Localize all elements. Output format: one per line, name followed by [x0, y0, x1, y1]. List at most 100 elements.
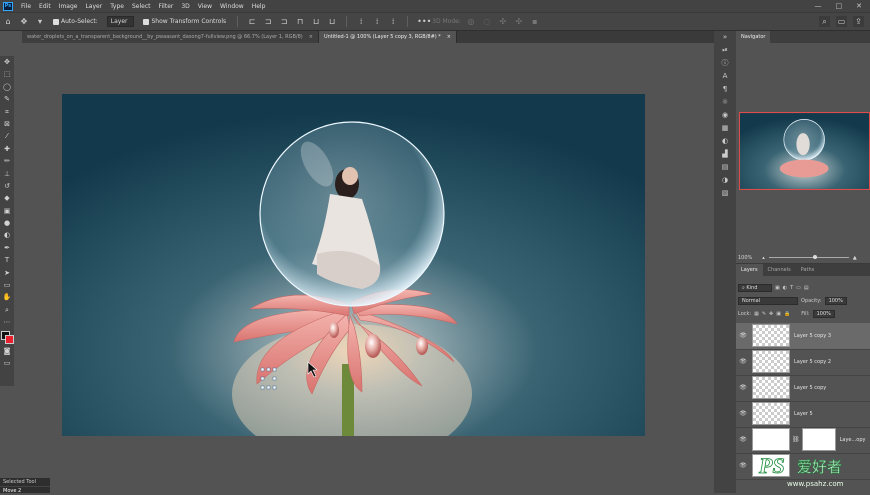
- tab-paths[interactable]: Paths: [796, 264, 820, 276]
- zoom-slider[interactable]: [768, 255, 849, 259]
- align-right-icon[interactable]: ⊐: [279, 17, 289, 27]
- menu-window[interactable]: Window: [216, 3, 248, 10]
- mask-link-icon[interactable]: ⛓: [792, 436, 800, 443]
- lasso-tool-icon[interactable]: ◯: [1, 81, 13, 93]
- tab-channels[interactable]: Channels: [763, 264, 796, 276]
- hand-tool-icon[interactable]: ✋: [1, 291, 13, 303]
- visibility-eye-icon[interactable]: 👁: [736, 384, 750, 391]
- quick-mask-icon[interactable]: ◙: [1, 345, 13, 357]
- lock-transparency-icon[interactable]: ▦: [754, 311, 759, 317]
- align-top-icon[interactable]: ⊓: [295, 17, 305, 27]
- 3d-pan-icon[interactable]: ✣: [498, 17, 508, 27]
- menu-help[interactable]: Help: [248, 3, 270, 10]
- tab-untitled-1[interactable]: Untitled-1 @ 100% (Layer 5 copy 3, RGB/8…: [318, 31, 457, 43]
- show-transform-checkbox[interactable]: Show Transform Controls: [143, 18, 226, 25]
- zoom-slider-handle[interactable]: [812, 255, 817, 259]
- zoom-in-icon[interactable]: ▲: [853, 255, 857, 261]
- color-swatches[interactable]: [0, 329, 14, 345]
- more-options-icon[interactable]: •••: [417, 17, 431, 27]
- visibility-eye-icon[interactable]: 👁: [736, 410, 750, 417]
- 3d-scale-icon[interactable]: ▪: [530, 17, 540, 27]
- filter-shape-icon[interactable]: ▭: [796, 285, 801, 291]
- paragraph-icon[interactable]: ¶: [714, 83, 736, 96]
- move-tool-icon[interactable]: ✥: [19, 17, 29, 27]
- navigator-zoom-value[interactable]: 100%: [738, 255, 752, 261]
- menu-edit[interactable]: Edit: [35, 3, 55, 10]
- frame-tool-icon[interactable]: ⊠: [1, 118, 13, 130]
- tab-layers[interactable]: Layers: [736, 264, 763, 276]
- filter-adjust-icon[interactable]: ◐: [783, 285, 787, 291]
- history-icon[interactable]: ⏯: [714, 44, 736, 57]
- distribute-h-icon[interactable]: ⁞: [388, 17, 398, 27]
- workspace-icon[interactable]: ▭: [836, 16, 847, 27]
- share-icon[interactable]: ⇪: [853, 16, 864, 27]
- 3d-slide-icon[interactable]: ✣: [514, 17, 524, 27]
- close-tab-icon[interactable]: ×: [447, 31, 451, 43]
- minimize-button[interactable]: —: [815, 2, 822, 10]
- eyedropper-tool-icon[interactable]: ⁄: [1, 130, 13, 142]
- type-tool-icon[interactable]: T: [1, 254, 13, 266]
- layer-row[interactable]: 👁 Layer 5 copy 3: [736, 323, 870, 350]
- distribute-icon[interactable]: ⁞: [356, 17, 366, 27]
- marquee-tool-icon[interactable]: ⬚: [1, 68, 13, 80]
- distribute-v-icon[interactable]: ⁞: [372, 17, 382, 27]
- gradients-icon[interactable]: ◐: [714, 135, 736, 148]
- layer-mask-thumbnail[interactable]: [801, 428, 836, 452]
- close-button[interactable]: ✕: [856, 2, 862, 10]
- eraser-tool-icon[interactable]: ◆: [1, 192, 13, 204]
- filter-type-icon[interactable]: T: [790, 285, 793, 291]
- zoom-out-icon[interactable]: ▴: [762, 255, 765, 261]
- quick-select-tool-icon[interactable]: ✎: [1, 93, 13, 105]
- more-tools-icon[interactable]: ⋯: [1, 316, 13, 328]
- align-bottom-icon[interactable]: ⊔: [327, 17, 337, 27]
- menu-select[interactable]: Select: [128, 3, 155, 10]
- dodge-tool-icon[interactable]: ◐: [1, 229, 13, 241]
- align-center-icon[interactable]: ⊐: [263, 17, 273, 27]
- layer-row[interactable]: 👁 Layer 5: [736, 401, 870, 428]
- properties-icon[interactable]: ▤: [714, 161, 736, 174]
- opacity-input[interactable]: 100%: [824, 297, 847, 305]
- background-color-swatch[interactable]: [5, 334, 14, 344]
- align-middle-icon[interactable]: ⊔: [311, 17, 321, 27]
- fill-input[interactable]: 100%: [812, 310, 835, 318]
- zoom-tool-icon[interactable]: ⌕: [1, 304, 13, 316]
- shape-tool-icon[interactable]: ▭: [1, 279, 13, 291]
- adjustments-icon[interactable]: ◑: [714, 174, 736, 187]
- search-icon[interactable]: ⌕: [819, 16, 830, 27]
- visibility-eye-icon[interactable]: 👁: [736, 436, 750, 443]
- lock-position-icon[interactable]: ✥: [769, 311, 773, 317]
- 3d-orbit-icon[interactable]: ◎: [466, 17, 476, 27]
- lock-pixels-icon[interactable]: ✎: [762, 311, 766, 317]
- close-tab-icon[interactable]: ×: [309, 31, 313, 43]
- tab-water-droplets[interactable]: water_droplets_on_a_transparent_backgrou…: [22, 31, 319, 43]
- menu-image[interactable]: Image: [55, 3, 82, 10]
- gradient-tool-icon[interactable]: ▣: [1, 205, 13, 217]
- color-icon[interactable]: ◉: [714, 109, 736, 122]
- visibility-eye-icon[interactable]: 👁: [736, 332, 750, 339]
- visibility-eye-icon[interactable]: 👁: [736, 462, 750, 469]
- document-canvas[interactable]: [62, 94, 645, 436]
- move-tool-icon[interactable]: ✥: [1, 56, 13, 68]
- swatches-icon[interactable]: ▦: [714, 122, 736, 135]
- character-icon[interactable]: A: [714, 70, 736, 83]
- auto-select-dropdown[interactable]: Layer: [106, 16, 135, 27]
- path-select-tool-icon[interactable]: ➤: [1, 267, 13, 279]
- menu-filter[interactable]: Filter: [155, 3, 178, 10]
- crop-tool-icon[interactable]: ⌗: [1, 106, 13, 118]
- filter-smart-icon[interactable]: ▤: [804, 285, 809, 291]
- info-icon[interactable]: ⓘ: [714, 57, 736, 70]
- home-icon[interactable]: ⌂: [3, 17, 13, 27]
- expand-panels-icon[interactable]: »: [714, 31, 736, 44]
- layer-row[interactable]: 👁 ⛓ Laye...opy: [736, 427, 870, 454]
- menu-3d[interactable]: 3D: [177, 3, 193, 10]
- navigator-thumbnail[interactable]: [739, 112, 870, 190]
- align-left-icon[interactable]: ⊏: [247, 17, 257, 27]
- maximize-button[interactable]: □: [836, 2, 843, 10]
- auto-select-checkbox[interactable]: Auto-Select:: [53, 18, 98, 25]
- histogram-icon[interactable]: ▟: [714, 148, 736, 161]
- menu-file[interactable]: File: [17, 3, 35, 10]
- libraries-icon[interactable]: ▧: [714, 187, 736, 200]
- menu-type[interactable]: Type: [106, 3, 128, 10]
- chevron-down-icon[interactable]: ▾: [35, 17, 45, 27]
- menu-view[interactable]: View: [194, 3, 216, 10]
